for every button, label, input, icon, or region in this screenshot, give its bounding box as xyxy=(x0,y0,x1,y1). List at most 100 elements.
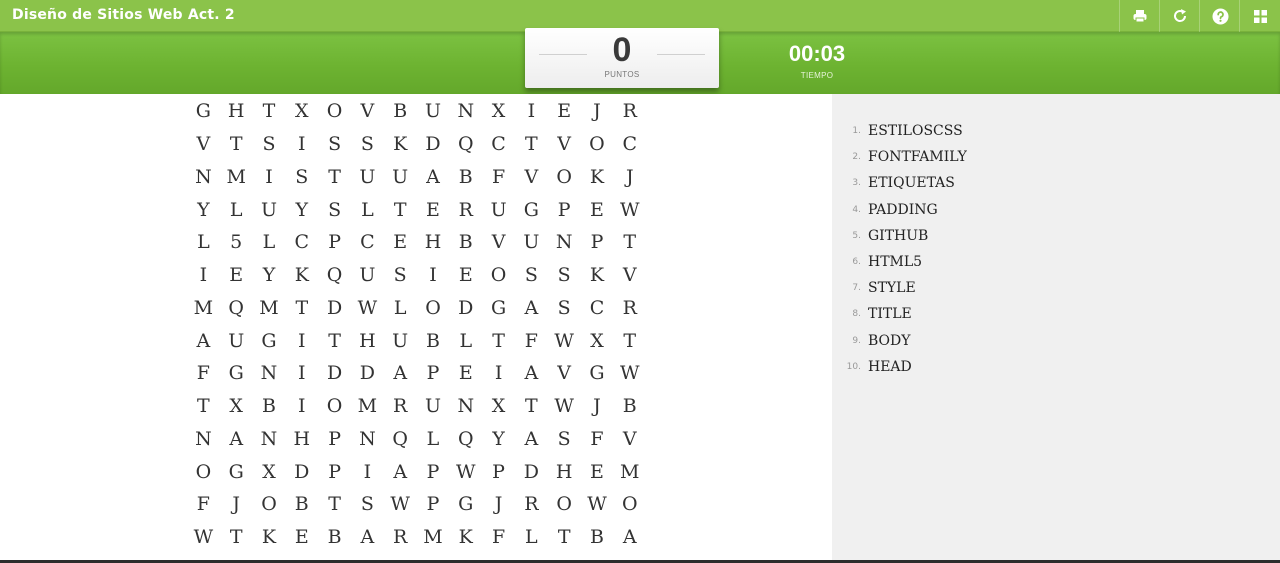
grid-cell[interactable]: T xyxy=(187,390,220,423)
grid-cell[interactable]: R xyxy=(613,95,646,128)
grid-cell[interactable]: D xyxy=(285,455,318,488)
grid-cell[interactable]: I xyxy=(351,455,384,488)
grid-cell[interactable]: D xyxy=(449,292,482,325)
grid-cell[interactable]: K xyxy=(384,128,417,161)
grid-cell[interactable]: T xyxy=(384,193,417,226)
grid-cell[interactable]: J xyxy=(613,161,646,194)
grid-cell[interactable]: O xyxy=(482,259,515,292)
grid-cell[interactable]: F xyxy=(187,488,220,521)
grid-cell[interactable]: J xyxy=(482,488,515,521)
grid-cell[interactable]: O xyxy=(187,455,220,488)
grid-cell[interactable]: V xyxy=(613,259,646,292)
grid-cell[interactable]: M xyxy=(417,521,450,554)
grid-cell[interactable]: T xyxy=(515,128,548,161)
grid-cell[interactable]: B xyxy=(449,161,482,194)
grid-cell[interactable]: E xyxy=(581,193,614,226)
grid-cell[interactable]: I xyxy=(515,95,548,128)
grid-cell[interactable]: O xyxy=(613,488,646,521)
grid-cell[interactable]: G xyxy=(482,292,515,325)
grid-cell[interactable]: N xyxy=(253,357,286,390)
grid-cell[interactable]: X xyxy=(285,95,318,128)
grid-cell[interactable]: G xyxy=(253,324,286,357)
word-search-grid[interactable]: GHTXOVBUNXIEJRVTSISSKDQCTVOCNMISTUUABFVO… xyxy=(187,95,646,554)
grid-cell[interactable]: T xyxy=(515,390,548,423)
grid-cell[interactable]: C xyxy=(351,226,384,259)
grid-cell[interactable]: T xyxy=(220,128,253,161)
grid-cell[interactable]: K xyxy=(581,259,614,292)
print-button[interactable] xyxy=(1119,0,1160,32)
grid-cell[interactable]: U xyxy=(384,324,417,357)
grid-cell[interactable]: H xyxy=(220,95,253,128)
grid-cell[interactable]: M xyxy=(613,455,646,488)
grid-cell[interactable]: Q xyxy=(449,423,482,456)
grid-cell[interactable]: C xyxy=(581,292,614,325)
grid-cell[interactable]: Q xyxy=(384,423,417,456)
grid-cell[interactable]: G xyxy=(581,357,614,390)
grid-cell[interactable]: M xyxy=(253,292,286,325)
grid-cell[interactable]: G xyxy=(515,193,548,226)
grid-cell[interactable]: P xyxy=(581,226,614,259)
grid-cell[interactable]: B xyxy=(581,521,614,554)
grid-cell[interactable]: N xyxy=(351,423,384,456)
apps-button[interactable] xyxy=(1239,0,1280,32)
grid-cell[interactable]: L xyxy=(351,193,384,226)
grid-cell[interactable]: G xyxy=(187,95,220,128)
grid-cell[interactable]: T xyxy=(548,521,581,554)
grid-cell[interactable]: S xyxy=(548,423,581,456)
grid-cell[interactable]: D xyxy=(351,357,384,390)
grid-cell[interactable]: Q xyxy=(318,259,351,292)
grid-cell[interactable]: I xyxy=(482,357,515,390)
grid-cell[interactable]: U xyxy=(253,193,286,226)
grid-cell[interactable]: M xyxy=(187,292,220,325)
grid-cell[interactable]: U xyxy=(417,95,450,128)
grid-cell[interactable]: K xyxy=(449,521,482,554)
grid-cell[interactable]: I xyxy=(187,259,220,292)
grid-cell[interactable]: P xyxy=(548,193,581,226)
grid-cell[interactable]: I xyxy=(417,259,450,292)
grid-cell[interactable]: S xyxy=(253,128,286,161)
grid-cell[interactable]: W xyxy=(581,488,614,521)
grid-cell[interactable]: D xyxy=(515,455,548,488)
grid-cell[interactable]: W xyxy=(187,521,220,554)
grid-cell[interactable]: Y xyxy=(285,193,318,226)
grid-cell[interactable]: K xyxy=(285,259,318,292)
grid-cell[interactable]: K xyxy=(253,521,286,554)
grid-cell[interactable]: T xyxy=(285,292,318,325)
grid-cell[interactable]: T xyxy=(318,161,351,194)
grid-cell[interactable]: E xyxy=(417,193,450,226)
grid-cell[interactable]: L xyxy=(187,226,220,259)
grid-cell[interactable]: H xyxy=(351,324,384,357)
grid-cell[interactable]: E xyxy=(285,521,318,554)
grid-cell[interactable]: S xyxy=(351,488,384,521)
grid-cell[interactable]: I xyxy=(285,128,318,161)
grid-cell[interactable]: E xyxy=(581,455,614,488)
grid-cell[interactable]: F xyxy=(482,161,515,194)
grid-cell[interactable]: T xyxy=(482,324,515,357)
grid-cell[interactable]: A xyxy=(515,423,548,456)
grid-cell[interactable]: O xyxy=(253,488,286,521)
grid-cell[interactable]: K xyxy=(581,161,614,194)
grid-cell[interactable]: R xyxy=(515,488,548,521)
grid-cell[interactable]: T xyxy=(253,95,286,128)
grid-cell[interactable]: N xyxy=(449,95,482,128)
grid-cell[interactable]: A xyxy=(351,521,384,554)
grid-cell[interactable]: M xyxy=(351,390,384,423)
grid-cell[interactable]: L xyxy=(384,292,417,325)
grid-cell[interactable]: B xyxy=(417,324,450,357)
grid-cell[interactable]: C xyxy=(482,128,515,161)
grid-cell[interactable]: 5 xyxy=(220,226,253,259)
grid-cell[interactable]: B xyxy=(384,95,417,128)
grid-cell[interactable]: H xyxy=(548,455,581,488)
grid-cell[interactable]: P xyxy=(318,226,351,259)
grid-cell[interactable]: L xyxy=(515,521,548,554)
grid-cell[interactable]: O xyxy=(548,488,581,521)
grid-cell[interactable]: S xyxy=(318,128,351,161)
grid-cell[interactable]: G xyxy=(220,455,253,488)
grid-cell[interactable]: E xyxy=(220,259,253,292)
grid-cell[interactable]: A xyxy=(515,357,548,390)
grid-cell[interactable]: S xyxy=(515,259,548,292)
grid-cell[interactable]: I xyxy=(285,357,318,390)
grid-cell[interactable]: P xyxy=(417,488,450,521)
grid-cell[interactable]: J xyxy=(220,488,253,521)
grid-cell[interactable]: W xyxy=(548,324,581,357)
